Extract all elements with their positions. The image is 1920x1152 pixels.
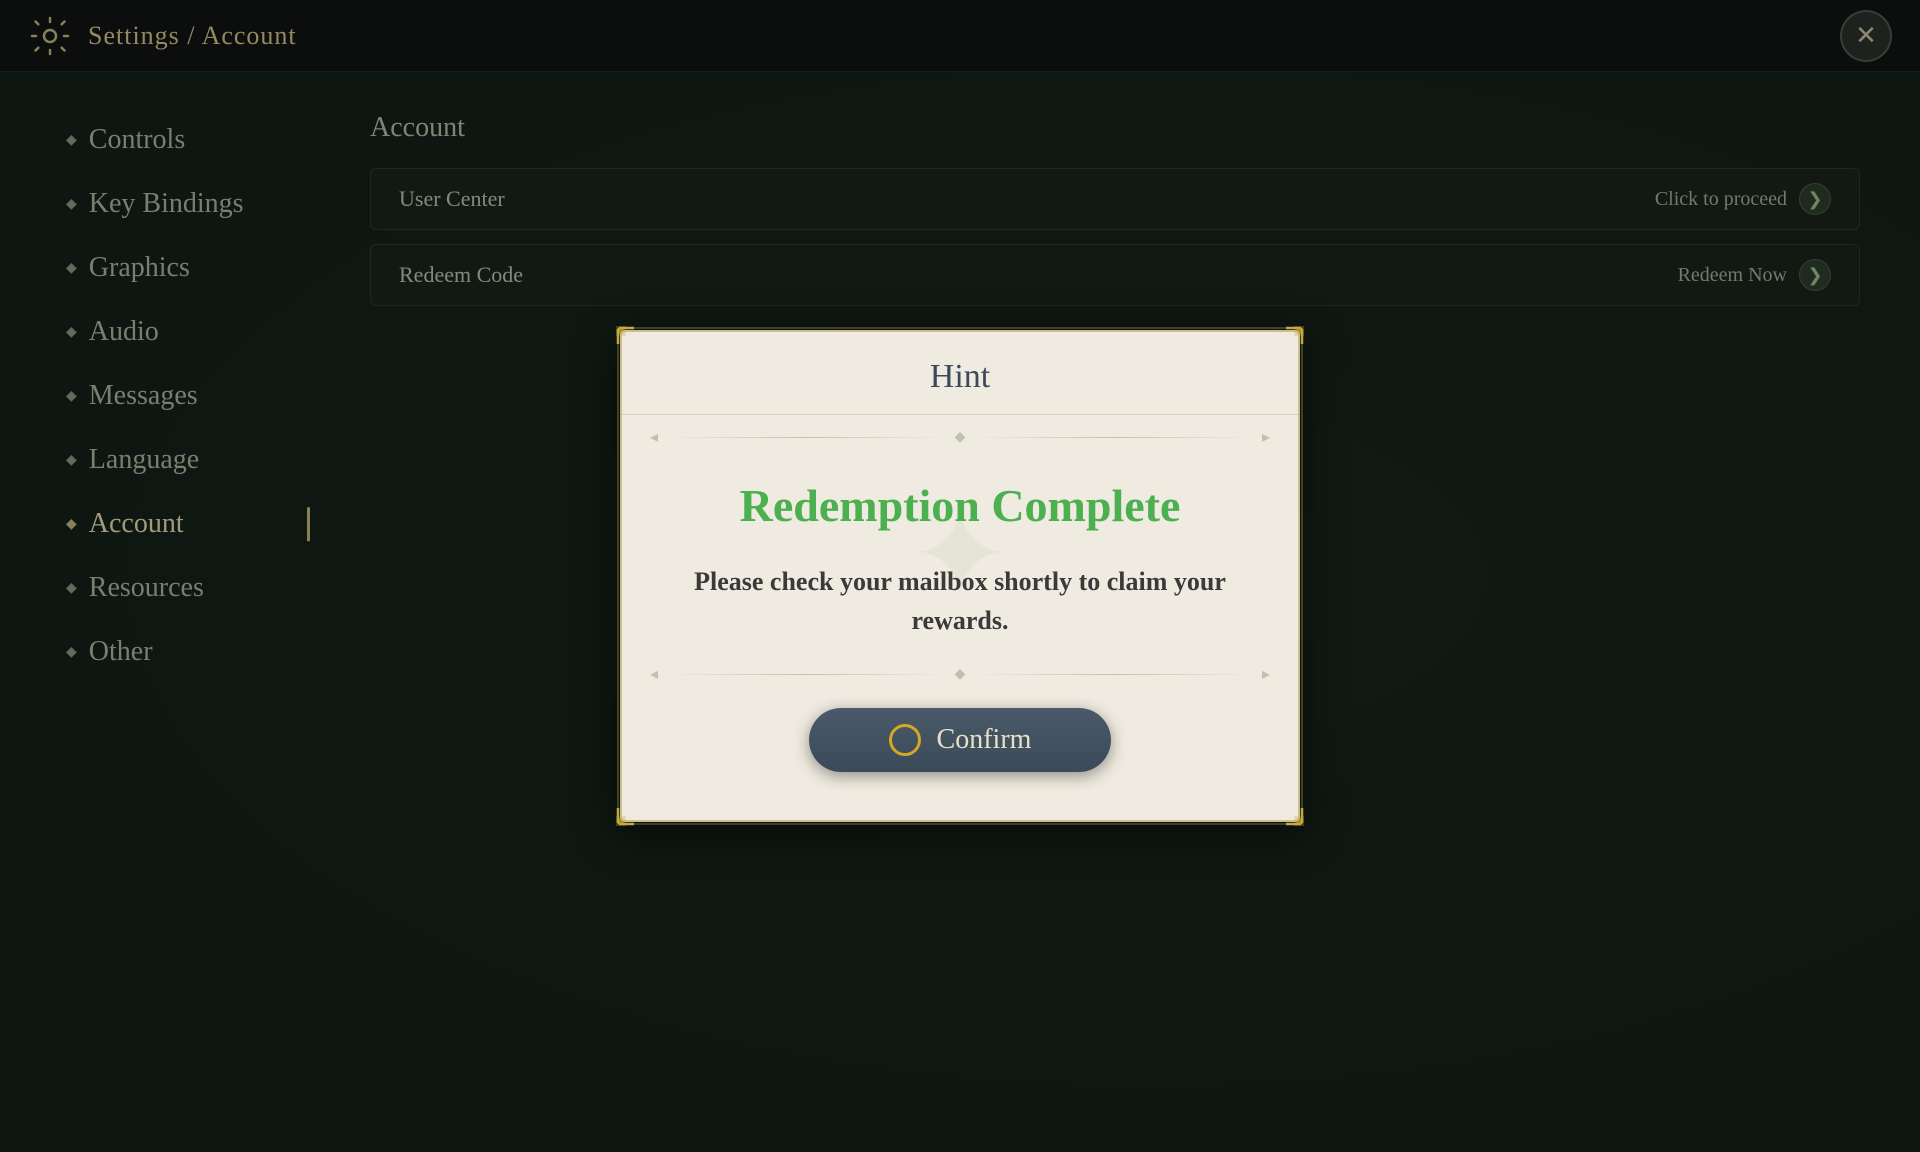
modal-overlay: Hint ◂ ◆ ▸ ✦ Redemption Complete Please …: [0, 0, 1920, 1152]
redemption-title: Redemption Complete: [680, 479, 1240, 532]
redemption-description: Please check your mailbox shortly to cla…: [680, 562, 1240, 640]
deco-line-inner-3: [666, 674, 947, 675]
left-arrow-icon: ◂: [650, 427, 658, 447]
confirm-btn-wrap: Confirm: [620, 698, 1300, 772]
top-deco-line: ◂ ◆ ▸: [620, 415, 1300, 459]
confirm-label: Confirm: [937, 724, 1032, 756]
deco-diamond-icon-2: ◆: [955, 666, 966, 683]
hint-dialog: Hint ◂ ◆ ▸ ✦ Redemption Complete Please …: [620, 330, 1300, 822]
confirm-circle-icon: [889, 724, 921, 756]
deco-diamond-icon: ◆: [955, 429, 966, 446]
deco-line-inner: [666, 437, 947, 438]
corner-br: [1268, 790, 1304, 826]
dialog-title: Hint: [930, 358, 990, 395]
deco-line-inner-4: [973, 674, 1254, 675]
confirm-button[interactable]: Confirm: [809, 708, 1112, 772]
right-arrow-icon: ▸: [1262, 427, 1270, 447]
bottom-deco-line: ◂ ◆ ▸: [620, 650, 1300, 698]
right-arrow-icon-2: ▸: [1262, 664, 1270, 684]
corner-bl: [616, 790, 652, 826]
deco-line-inner-2: [973, 437, 1254, 438]
left-arrow-icon-2: ◂: [650, 664, 658, 684]
dialog-header: Hint: [620, 330, 1300, 415]
dialog-body: ✦ Redemption Complete Please check your …: [620, 459, 1300, 650]
